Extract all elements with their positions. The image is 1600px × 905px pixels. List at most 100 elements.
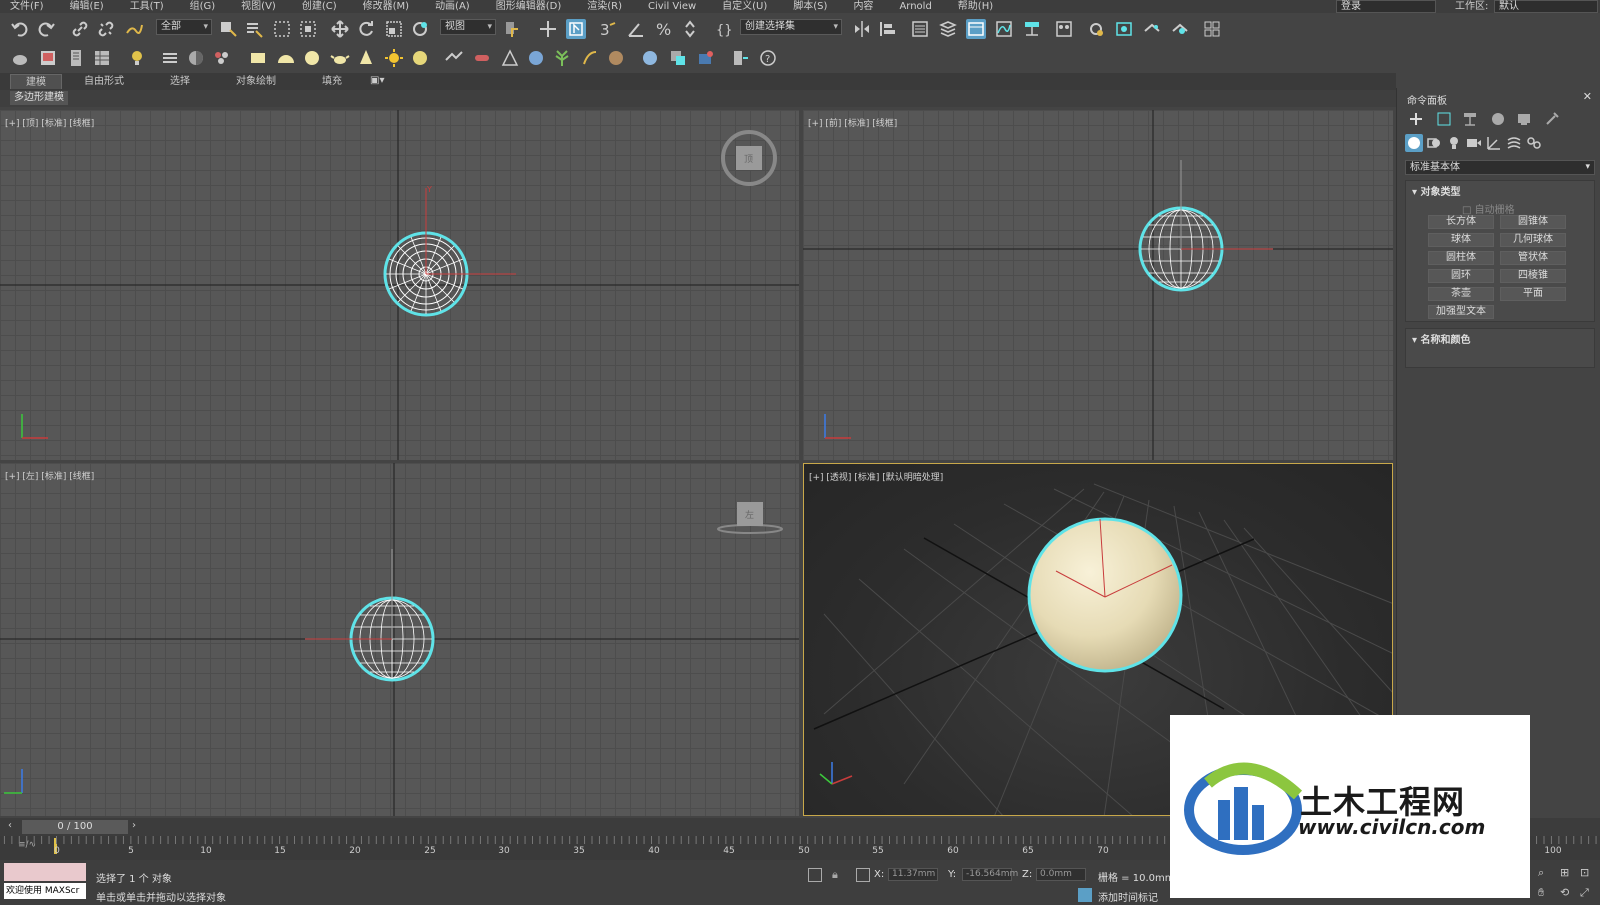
tab-freeform[interactable]: 自由形式	[78, 74, 130, 89]
foliage-icon[interactable]	[552, 48, 572, 68]
maxscript-mini-listener[interactable]: 欢迎使用 MAXScr	[4, 883, 86, 899]
zoom-extents-icon[interactable]: ⊡	[1580, 866, 1589, 879]
name-color-rollout-title[interactable]: ▾ 名称和颜色	[1412, 331, 1471, 346]
schematic-view-icon[interactable]	[1022, 19, 1042, 39]
named-selection-dropdown[interactable]: 创建选择集	[740, 19, 842, 35]
reference-coord-dropdown[interactable]: 视图	[440, 19, 496, 35]
selection-filter-dropdown[interactable]: 全部	[156, 19, 212, 35]
cloth-icon[interactable]	[606, 48, 626, 68]
utilities-tab-icon[interactable]	[1543, 110, 1561, 128]
pyramid-button[interactable]: 四棱锥	[1500, 269, 1566, 283]
tube-button[interactable]: 管状体	[1500, 251, 1566, 265]
ribbon-options-icon[interactable]: ▣▾	[370, 75, 384, 86]
viewport-layout-icon[interactable]	[1202, 19, 1222, 39]
orbit-icon[interactable]: ⟲	[1560, 886, 1569, 899]
create-tab-icon[interactable]	[1407, 110, 1425, 128]
torus-button[interactable]: 圆环	[1428, 269, 1494, 283]
maximize-viewport-icon[interactable]: ⤢	[1580, 886, 1589, 900]
menu-item[interactable]: 编辑(E)	[60, 0, 104, 13]
object-type-rollout-title[interactable]: ▾ 对象类型	[1412, 183, 1461, 198]
redo-icon[interactable]	[36, 19, 56, 39]
capsule-icon[interactable]	[472, 48, 492, 68]
cylinder-button[interactable]: 圆柱体	[1428, 251, 1494, 265]
motion-tab-icon[interactable]	[1489, 110, 1507, 128]
prev-frame-icon[interactable]: ‹	[8, 820, 12, 831]
autogrid-checkbox[interactable]: □ 自动栅格	[1462, 201, 1515, 216]
select-manipulate-icon[interactable]	[538, 19, 558, 39]
workspace-dropdown[interactable]: 默认	[1494, 0, 1598, 13]
cone-button[interactable]: 圆锥体	[1500, 215, 1566, 229]
teapot-primitive-icon[interactable]	[330, 48, 350, 68]
viewport-front[interactable]: [+] [前] [标准] [线框]	[803, 110, 1393, 460]
hemisphere-primitive-icon[interactable]	[276, 48, 296, 68]
spacewarp-icon[interactable]	[444, 48, 464, 68]
rendered-frame-window-icon[interactable]	[1114, 19, 1134, 39]
time-tag-icon[interactable]	[1078, 888, 1092, 902]
lock-selection-icon[interactable]: 🔒︎	[832, 868, 838, 882]
box-primitive-icon[interactable]	[248, 48, 268, 68]
geosphere-button[interactable]: 几何球体	[1500, 233, 1566, 247]
menu-item[interactable]: 组(G)	[180, 0, 216, 13]
menu-item[interactable]: 修改器(M)	[353, 0, 409, 13]
keyboard-shortcut-override-icon[interactable]	[566, 19, 586, 39]
menu-item[interactable]: Civil View	[638, 0, 696, 13]
pivot-center-icon[interactable]	[502, 19, 522, 39]
table-icon[interactable]	[92, 48, 112, 68]
light-bulb-icon[interactable]	[128, 48, 148, 68]
display-tab-icon[interactable]	[1515, 110, 1533, 128]
omni-light-icon[interactable]	[410, 48, 430, 68]
helpers-category-icon[interactable]	[1485, 134, 1503, 152]
spacewarps-category-icon[interactable]	[1505, 134, 1523, 152]
spinner-snap-icon[interactable]	[680, 19, 700, 39]
sun-light-icon[interactable]	[384, 48, 404, 68]
teapot-button[interactable]: 茶壶	[1428, 287, 1494, 301]
tab-modeling[interactable]: 建模	[10, 74, 62, 89]
viewport-left[interactable]: [+] [左] [标准] [线框] 左	[0, 463, 799, 816]
menu-item[interactable]: 自定义(U)	[712, 0, 767, 13]
close-icon[interactable]: ✕	[1583, 90, 1592, 103]
placement-icon[interactable]	[410, 19, 430, 39]
toggle-ribbon-icon[interactable]	[966, 19, 986, 39]
pan-icon[interactable]: ✋︎	[1538, 886, 1544, 900]
rect-selection-icon[interactable]	[272, 19, 292, 39]
y-coordinate-field[interactable]: -16.564mm	[962, 868, 1018, 881]
rotate-icon[interactable]	[356, 19, 376, 39]
render-cloud-icon[interactable]	[1170, 19, 1190, 39]
lights-category-icon[interactable]	[1445, 134, 1463, 152]
time-slider[interactable]: 0 / 100	[22, 820, 128, 834]
geometry-category-icon[interactable]	[1405, 134, 1423, 152]
menu-item[interactable]: 帮助(H)	[948, 0, 993, 13]
menu-item[interactable]: 创建(C)	[292, 0, 337, 13]
add-time-tag[interactable]: 添加时间标记	[1098, 889, 1158, 904]
align-icon[interactable]	[878, 19, 898, 39]
half-sphere-icon[interactable]	[186, 48, 206, 68]
z-coordinate-field[interactable]: 0.0mm	[1036, 868, 1086, 881]
isolate-selection-icon[interactable]	[808, 868, 822, 882]
zoom-icon[interactable]: ⌕	[1538, 866, 1544, 880]
angle-snap-icon[interactable]	[626, 19, 646, 39]
menu-item[interactable]: 动画(A)	[425, 0, 470, 13]
tab-object-paint[interactable]: 对象绘制	[230, 74, 282, 89]
helper-icon[interactable]	[500, 48, 520, 68]
sliders-icon[interactable]	[160, 48, 180, 68]
cameras-category-icon[interactable]	[1465, 134, 1483, 152]
help-icon[interactable]: ?	[758, 48, 778, 68]
sphere-primitive-icon[interactable]	[302, 48, 322, 68]
uv-map-icon[interactable]	[668, 48, 688, 68]
snap-toggle-icon[interactable]: 3	[598, 19, 618, 39]
bind-spacewarp-icon[interactable]	[124, 19, 144, 39]
particles-icon[interactable]	[212, 48, 232, 68]
geosphere-icon[interactable]	[526, 48, 546, 68]
login-dropdown[interactable]: 登录	[1336, 0, 1436, 13]
menu-item[interactable]: 文件(F)	[0, 0, 44, 13]
tab-selection[interactable]: 选择	[164, 74, 196, 89]
teapot-render-icon[interactable]	[10, 48, 30, 68]
next-frame-icon[interactable]: ›	[132, 820, 136, 831]
plane-button[interactable]: 平面	[1500, 287, 1566, 301]
scene-converter-icon[interactable]	[730, 48, 750, 68]
select-by-name-icon[interactable]	[244, 19, 264, 39]
render-production-icon[interactable]	[1142, 19, 1162, 39]
image-viewer-icon[interactable]	[38, 48, 58, 68]
x-coordinate-field[interactable]: 11.37mm	[888, 868, 938, 881]
mirror-icon[interactable]	[852, 19, 872, 39]
